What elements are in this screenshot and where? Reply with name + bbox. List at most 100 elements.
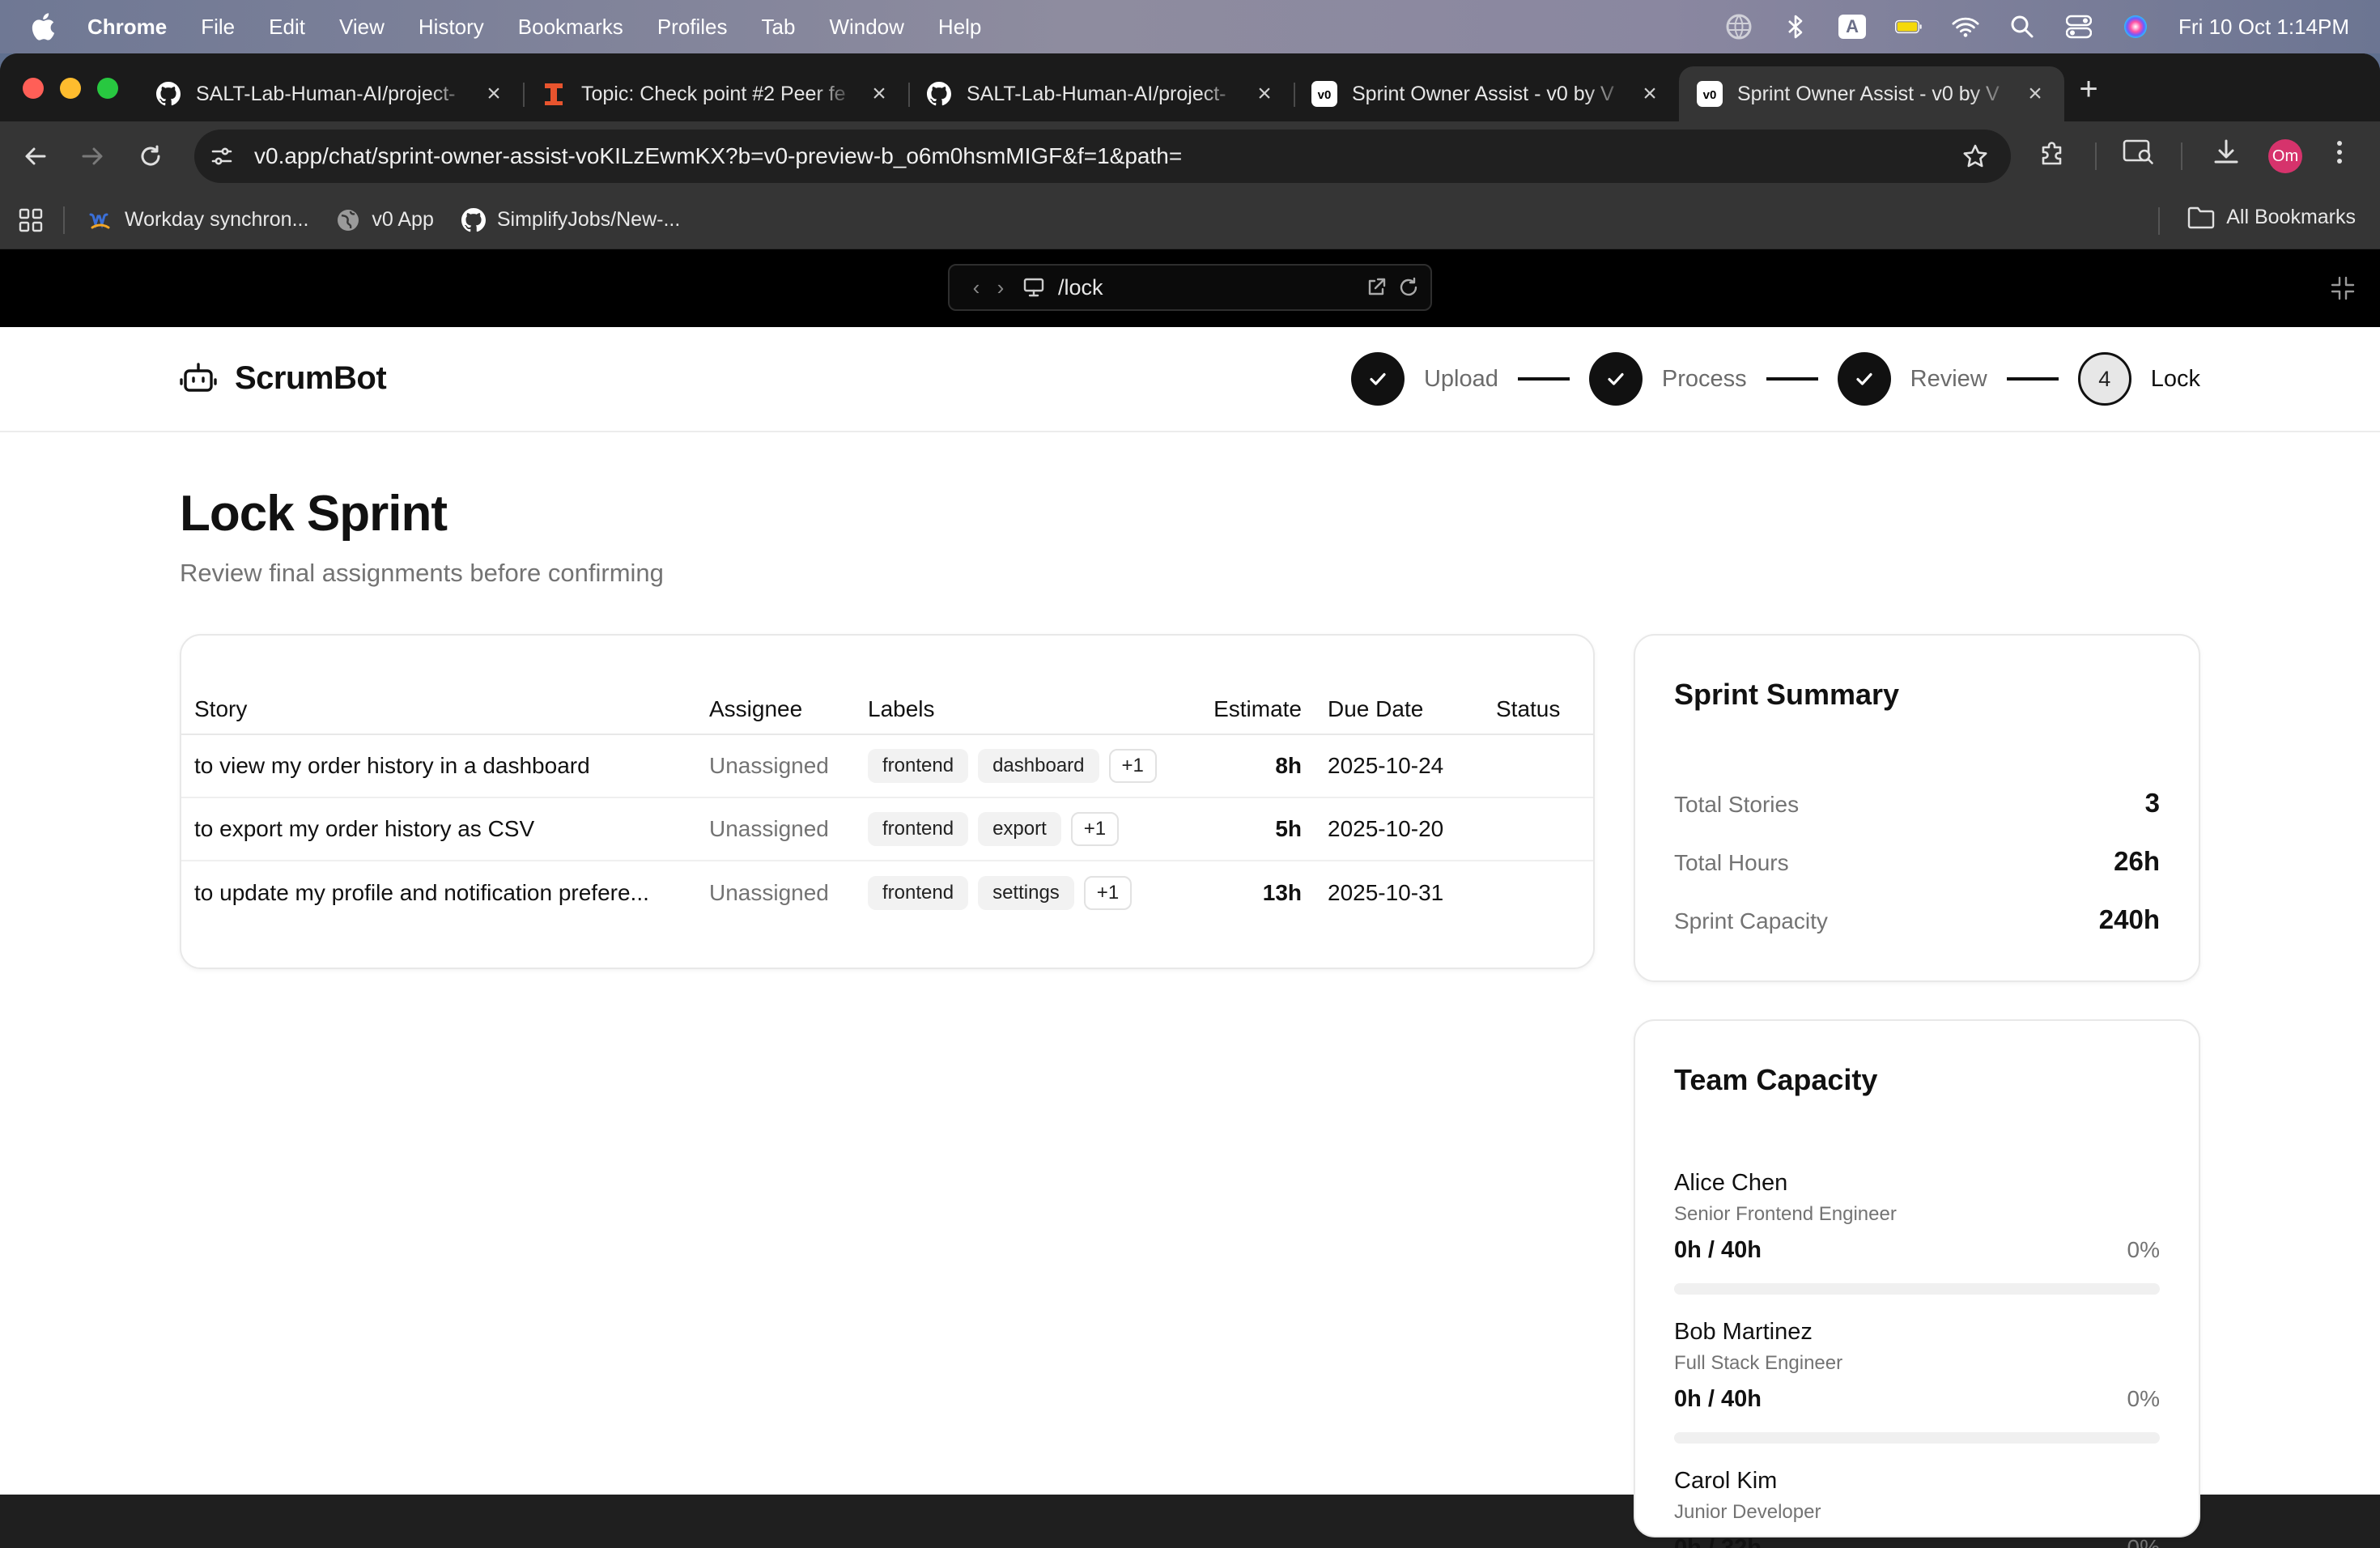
menu-window[interactable]: Window — [829, 15, 903, 40]
workday-icon — [87, 208, 113, 232]
globe-icon — [336, 208, 360, 232]
close-tab-icon[interactable]: × — [482, 82, 505, 106]
toolbar-divider — [2095, 142, 2097, 170]
assignee-cell[interactable]: Unassigned — [696, 797, 855, 861]
assignee-cell[interactable]: Unassigned — [696, 734, 855, 798]
reading-mode-icon[interactable] — [2123, 138, 2155, 167]
status-cell — [1483, 861, 1593, 924]
menu-profiles[interactable]: Profiles — [657, 15, 728, 40]
close-tab-icon[interactable]: × — [868, 82, 890, 106]
menu-bookmarks[interactable]: Bookmarks — [518, 15, 623, 40]
vpn-globe-icon[interactable] — [1725, 13, 1753, 40]
battery-icon[interactable] — [1895, 13, 1923, 40]
extensions-puzzle-icon[interactable] — [2038, 138, 2068, 167]
step-label: Lock — [2150, 365, 2200, 392]
status-cell — [1483, 797, 1593, 861]
check-icon — [1837, 352, 1891, 406]
preview-reload-icon[interactable] — [1398, 277, 1419, 298]
menu-history[interactable]: History — [419, 15, 484, 40]
preview-url-field[interactable]: ‹ › /lock — [948, 264, 1432, 311]
tab-title: SALT-Lab-Human-AI/project- — [967, 82, 1226, 105]
close-tab-icon[interactable]: × — [2024, 82, 2046, 106]
member-name: Carol Kim — [1674, 1468, 1778, 1494]
tab-title: Sprint Owner Assist - v0 by V — [1352, 82, 1614, 105]
assignee-cell[interactable]: Unassigned — [696, 861, 855, 924]
siri-icon[interactable] — [2122, 13, 2149, 40]
tab-v0-1[interactable]: v0 Sprint Owner Assist - v0 by V × — [1294, 66, 1679, 121]
brand[interactable]: ScrumBot — [180, 359, 387, 397]
close-window-button[interactable] — [23, 78, 44, 99]
control-center-icon[interactable] — [2065, 13, 2093, 40]
menu-tab[interactable]: Tab — [762, 15, 796, 40]
minimize-window-button[interactable] — [60, 78, 81, 99]
close-tab-icon[interactable]: × — [1253, 82, 1276, 106]
input-source-icon[interactable]: A — [1838, 13, 1867, 40]
menu-help[interactable]: Help — [938, 15, 981, 40]
table-row[interactable]: to update my profile and notification pr… — [181, 861, 1593, 924]
column-header-status: Status — [1483, 684, 1593, 735]
menu-bar-clock[interactable]: Fri 10 Oct 1:14PM — [2178, 15, 2349, 40]
sprint-summary-title: Sprint Summary — [1674, 678, 1900, 711]
team-member: Alice Chen Senior Frontend Engineer 0h /… — [1674, 1170, 2160, 1295]
menu-file[interactable]: File — [201, 15, 235, 40]
close-tab-icon[interactable]: × — [1638, 82, 1661, 106]
tab-github-2[interactable]: SALT-Lab-Human-AI/project- × — [908, 66, 1294, 121]
all-bookmarks-label: All Bookmarks — [2226, 206, 2356, 228]
bookmark-label: SimplifyJobs/New-... — [496, 208, 681, 231]
chrome-menu-icon[interactable] — [2331, 138, 2348, 167]
label-badge: frontend — [868, 749, 969, 783]
github-icon — [461, 207, 486, 232]
more-labels-badge[interactable]: +1 — [1083, 875, 1133, 910]
profile-avatar[interactable]: Om — [2268, 139, 2302, 173]
due-date-cell: 2025-10-24 — [1315, 734, 1483, 798]
reload-icon[interactable] — [133, 138, 168, 174]
step-number: 4 — [2077, 352, 2131, 406]
table-row[interactable]: to export my order history as CSV Unassi… — [181, 797, 1593, 861]
fullscreen-window-button[interactable] — [97, 78, 118, 99]
team-capacity-title: Team Capacity — [1674, 1063, 1878, 1096]
step-connector — [1517, 377, 1570, 381]
preview-back-icon[interactable]: ‹ — [964, 275, 988, 300]
bookmark-star-icon[interactable] — [1962, 143, 1988, 169]
member-percent: 0% — [2127, 1386, 2160, 1411]
step-process: Process — [1588, 352, 1747, 406]
collapse-preview-icon[interactable] — [2330, 275, 2356, 301]
site-settings-icon[interactable] — [206, 140, 238, 172]
table-row[interactable]: to view my order history in a dashboard … — [181, 734, 1593, 798]
forward-arrow-icon[interactable] — [74, 138, 110, 174]
profile-initials: Om — [2268, 139, 2302, 173]
macos-menu-bar: Chrome File Edit View History Bookmarks … — [0, 0, 2380, 53]
wifi-icon[interactable] — [1952, 13, 1979, 40]
back-arrow-icon[interactable] — [18, 138, 53, 174]
tab-v0-active[interactable]: v0 Sprint Owner Assist - v0 by V × — [1679, 66, 2064, 121]
all-bookmarks-button[interactable]: All Bookmarks — [2187, 206, 2356, 229]
desktop-monitor-icon[interactable] — [1022, 277, 1045, 298]
bookmarks-bar: Workday synchron... v0 App SimplifyJobs/… — [0, 191, 2380, 249]
column-header-due-date: Due Date — [1315, 684, 1483, 735]
tab-discourse[interactable]: Topic: Check point #2 Peer fe × — [523, 66, 908, 121]
sprint-capacity-value: 240h — [2098, 904, 2160, 934]
preview-forward-icon[interactable]: › — [988, 275, 1013, 300]
downloads-icon[interactable] — [2212, 138, 2241, 167]
bookmark-v0-app[interactable]: v0 App — [336, 208, 434, 232]
apps-grid-icon[interactable] — [18, 207, 44, 233]
menu-view[interactable]: View — [339, 15, 385, 40]
menu-app-chrome[interactable]: Chrome — [87, 15, 167, 40]
sprint-summary-card: Sprint Summary Total Stories 3 Total Hou… — [1634, 634, 2200, 982]
tab-github-1[interactable]: SALT-Lab-Human-AI/project- × — [138, 66, 523, 121]
label-badge: dashboard — [978, 749, 1099, 783]
apple-icon[interactable] — [31, 13, 58, 40]
total-stories-value: 3 — [2144, 788, 2160, 818]
new-tab-button[interactable]: + — [2072, 71, 2105, 108]
open-external-icon[interactable] — [1366, 277, 1387, 298]
labels-cell: frontend settings +1 — [855, 861, 1195, 924]
spotlight-search-icon[interactable] — [2008, 13, 2036, 40]
column-header-story: Story — [181, 684, 696, 735]
bookmark-workday[interactable]: Workday synchron... — [87, 208, 308, 232]
bookmark-simplifyjobs[interactable]: SimplifyJobs/New-... — [461, 207, 681, 232]
bluetooth-icon[interactable] — [1782, 13, 1809, 40]
menu-edit[interactable]: Edit — [269, 15, 305, 40]
address-bar[interactable]: v0.app/chat/sprint-owner-assist-voKILzEw… — [194, 130, 2011, 183]
more-labels-badge[interactable]: +1 — [1108, 749, 1157, 783]
more-labels-badge[interactable]: +1 — [1070, 812, 1120, 846]
